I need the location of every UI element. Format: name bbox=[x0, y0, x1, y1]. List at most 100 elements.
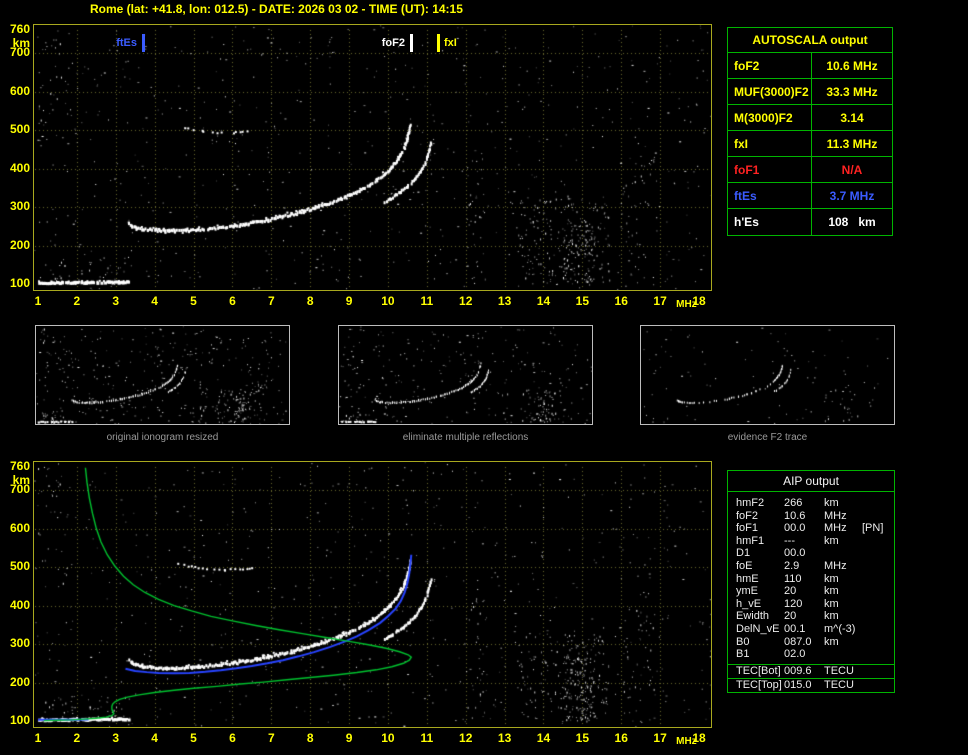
autoscala-output-panel: AUTOSCALA output foF2 10.6 MHz MUF(3000)F2… bbox=[727, 27, 893, 236]
aip-row: hmF2 266 km bbox=[728, 497, 894, 510]
tec-row-label: TEC[Top] bbox=[736, 678, 782, 691]
aip-output-panel: AIP output hmF2 266 km foF2 10.6 MHz foF1 00.0 M… bbox=[727, 470, 895, 693]
aip-parameter-unit: MHz bbox=[824, 509, 847, 522]
aip-row: Ewidth 20 km bbox=[728, 610, 894, 623]
aip-parameter-label: foE bbox=[736, 559, 753, 572]
autoscala-row: MUF(3000)F2 33.3 MHz bbox=[728, 79, 892, 105]
aip-parameter-unit bbox=[824, 547, 862, 560]
bottom-ionogram-frame bbox=[33, 461, 712, 728]
fof2-marker-label: foF2 bbox=[381, 37, 405, 49]
aip-parameter-value: 087.0 bbox=[784, 635, 812, 648]
thumbnail-f2-trace-ionogram bbox=[640, 325, 895, 425]
tec-row-value: 015.0 bbox=[784, 678, 812, 691]
aip-parameter-unit: MHz bbox=[824, 559, 847, 572]
autoscala-parameter-label: foF2 bbox=[728, 53, 812, 78]
aip-parameter-unit bbox=[824, 648, 862, 661]
y-tick-label: 500 bbox=[9, 559, 30, 574]
aip-row: hmE 110 km bbox=[728, 573, 894, 586]
autoscala-row: foF1 N/A bbox=[728, 157, 892, 183]
autoscala-parameter-value: 3.14 bbox=[840, 111, 864, 125]
aip-parameter-unit: km bbox=[824, 635, 839, 648]
autoscala-output-header: AUTOSCALA output bbox=[728, 28, 892, 53]
x-tick-label: 13 bbox=[497, 731, 512, 745]
autoscala-row: ftEs 3.7 MHz bbox=[728, 183, 892, 209]
aip-row: D1 00.0 bbox=[728, 547, 894, 560]
aip-parameter-value: 10.6 bbox=[784, 509, 806, 522]
aip-parameter-unit: km bbox=[824, 597, 839, 610]
aip-parameter-unit: km bbox=[824, 534, 839, 547]
autoscala-parameter-label: ftEs bbox=[728, 183, 812, 208]
x-tick-label: 3 bbox=[112, 294, 120, 308]
y-tick-label: 300 bbox=[9, 199, 30, 214]
x-tick-label: 6 bbox=[229, 294, 236, 308]
aip-parameter-label: Ewidth bbox=[736, 610, 770, 623]
aip-parameter-note bbox=[862, 598, 894, 611]
autoscala-row: h'Es 108 km bbox=[728, 209, 892, 235]
aip-parameter-unit: MHz bbox=[824, 522, 847, 535]
x-tick-label: 4 bbox=[151, 294, 158, 308]
fxi-marker-label: fxI bbox=[444, 37, 457, 49]
x-tick-label: 14 bbox=[536, 731, 551, 745]
aip-parameter-unit: km bbox=[824, 572, 839, 585]
aip-parameter-value: 00.0 bbox=[784, 547, 806, 560]
y-tick-label: 400 bbox=[9, 160, 30, 175]
aip-row: hmF1 --- km bbox=[728, 535, 894, 548]
x-tick-label: 15 bbox=[575, 294, 590, 308]
top-ionogram-canvas bbox=[34, 25, 711, 290]
aip-parameter-label: D1 bbox=[736, 547, 751, 560]
bottom-ionogram-canvas bbox=[34, 462, 711, 727]
aip-row: foF1 00.0 MHz [PN] bbox=[728, 522, 894, 535]
autoscala-parameter-label: M(3000)F2 bbox=[728, 105, 812, 130]
autoscala-parameter-label: h'Es bbox=[728, 209, 812, 235]
aip-parameter-label: B1 bbox=[736, 648, 750, 661]
y-tick-label: 100 bbox=[9, 713, 30, 727]
x-tick-label: 11 bbox=[420, 294, 434, 308]
aip-parameter-value: 02.0 bbox=[784, 648, 806, 661]
aip-row: foF2 10.6 MHz bbox=[728, 510, 894, 523]
aip-parameter-note bbox=[862, 497, 894, 510]
x-tick-label: 7 bbox=[267, 294, 275, 308]
aip-parameter-value: 2.9 bbox=[784, 559, 800, 572]
y-tick-label: 600 bbox=[9, 520, 30, 535]
aip-parameter-value: 120 bbox=[784, 597, 803, 610]
autoscala-parameter-label: MUF(3000)F2 bbox=[728, 79, 812, 104]
y-tick-label: 200 bbox=[9, 674, 30, 689]
tec-output-rows: TEC[Bot] 009.6 TECU TEC[Top] 015.0 TECU bbox=[728, 663, 894, 692]
autoscala-parameter-value: 33.3 MHz bbox=[826, 85, 878, 99]
aip-parameter-note bbox=[862, 636, 894, 649]
aip-parameter-note bbox=[862, 585, 894, 598]
aip-parameter-note bbox=[862, 547, 894, 560]
ftes-marker-label: ftEs bbox=[116, 37, 137, 49]
aip-parameter-note bbox=[862, 560, 894, 573]
aip-parameter-value: 00.1 bbox=[784, 622, 806, 635]
x-tick-label: 1 bbox=[34, 731, 42, 745]
x-tick-label: 5 bbox=[190, 294, 197, 308]
aip-parameter-label: hmF1 bbox=[736, 534, 765, 547]
aip-parameter-unit: km bbox=[824, 497, 839, 509]
aip-row: DelN_vE 00.1 m^(-3) bbox=[728, 623, 894, 636]
aip-parameter-unit: km bbox=[824, 585, 839, 598]
x-tick-label: 15 bbox=[575, 731, 590, 745]
aip-parameter-label: foF2 bbox=[736, 509, 759, 522]
y-tick-label: 500 bbox=[9, 122, 30, 137]
y-tick-label: 200 bbox=[9, 237, 30, 252]
x-tick-label: 3 bbox=[112, 731, 120, 745]
aip-row: foE 2.9 MHz bbox=[728, 560, 894, 573]
aip-parameter-note: [PN] bbox=[862, 522, 884, 535]
autoscala-row: fxI 11.3 MHz bbox=[728, 131, 892, 157]
y-tick-label: 400 bbox=[9, 597, 30, 612]
thumbnail-no-multiples-ionogram bbox=[338, 325, 593, 425]
x-tick-label: 2 bbox=[73, 294, 81, 308]
aip-parameter-label: ymE bbox=[736, 585, 758, 598]
aip-parameter-note bbox=[862, 573, 894, 586]
autoscala-output-rows: foF2 10.6 MHz MUF(3000)F2 33.3 MHz M(3000)F2… bbox=[728, 53, 892, 235]
aip-parameter-value: 110 bbox=[784, 572, 802, 585]
thumbnail-no-multiples-canvas bbox=[339, 326, 592, 424]
x-tick-label: 13 bbox=[497, 294, 512, 308]
aip-parameter-label: B0 bbox=[736, 635, 750, 648]
x-tick-label: 12 bbox=[459, 731, 473, 745]
aip-parameter-note bbox=[862, 535, 894, 548]
aip-parameter-label: h_vE bbox=[736, 597, 762, 610]
thumbnail-original-ionogram bbox=[35, 325, 290, 425]
ftes-marker-line bbox=[142, 34, 145, 52]
